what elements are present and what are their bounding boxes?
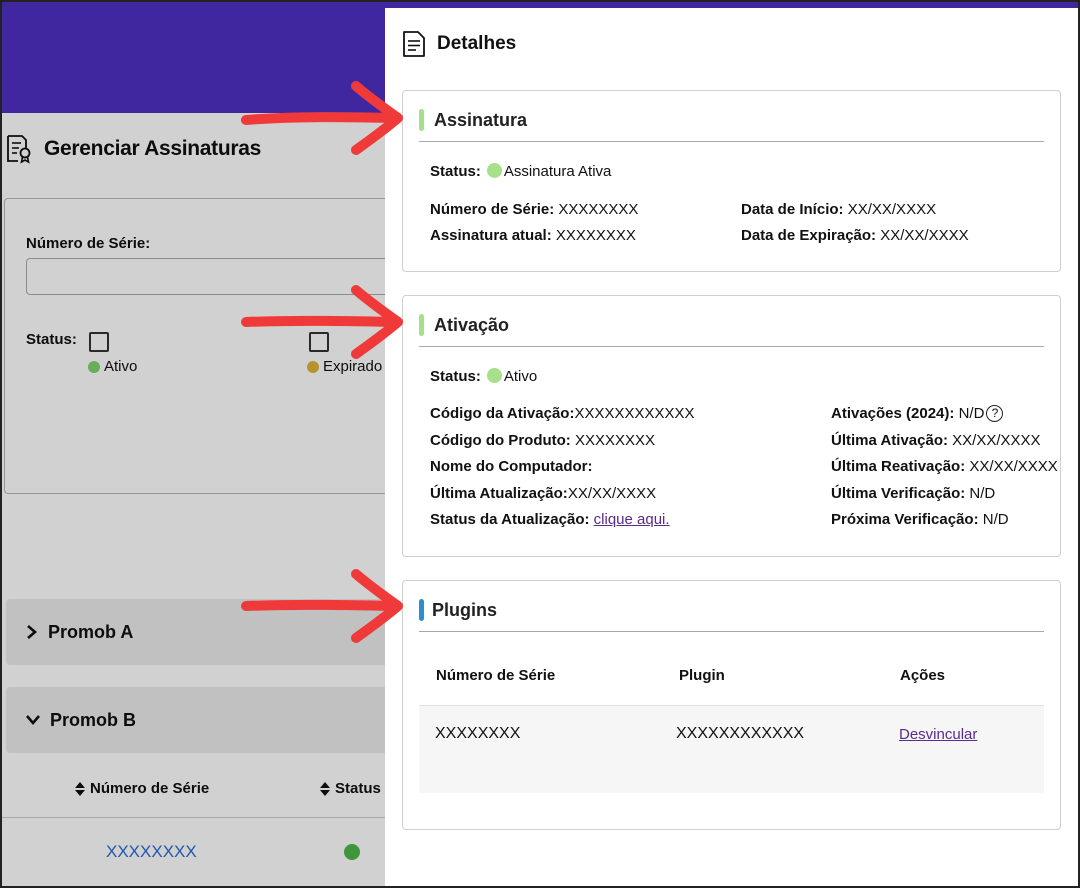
ativacao-product-code: Código do Produto: XXXXXXXX xyxy=(430,432,655,449)
assinatura-start-label: Data de Início: xyxy=(741,201,844,218)
assinatura-serial: Número de Série: XXXXXXXX xyxy=(430,201,638,218)
ativacao-last-verification-label: Última Verificação: xyxy=(831,485,966,502)
assinatura-start-value: XX/XX/XXXX xyxy=(847,201,937,218)
ativacao-accent-bar xyxy=(419,314,424,336)
drawer-header: Detalhes xyxy=(401,30,516,58)
ativacao-last-activation-label: Última Ativação: xyxy=(831,432,948,449)
ativacao-product-code-label: Código do Produto: xyxy=(430,432,571,449)
plugins-column-serial: Número de Série xyxy=(436,667,556,684)
ativacao-count: Ativações (2024): N/D? xyxy=(831,405,1004,422)
assinatura-status-label: Status: xyxy=(430,163,481,180)
plugins-card: Plugins Número de Série Plugin Ações XXX… xyxy=(402,580,1061,830)
assinatura-divider xyxy=(419,141,1044,142)
details-drawer: Detalhes Assinatura Status: Assinatura At… xyxy=(385,8,1078,886)
plugins-title-text: Plugins xyxy=(432,599,498,620)
ativacao-status-dot-icon xyxy=(486,368,502,383)
ativacao-last-activation: Última Ativação: XX/XX/XXXX xyxy=(831,432,1041,449)
ativacao-code-value: XXXXXXXXXXXX xyxy=(574,405,695,422)
ativacao-code: Código da Ativação:XXXXXXXXXXXX xyxy=(430,405,695,422)
plugins-column-actions: Ações xyxy=(900,667,946,684)
plugin-name-cell: XXXXXXXXXXXX xyxy=(676,725,805,742)
assinatura-expiry-value: XX/XX/XXXX xyxy=(880,227,969,244)
ativacao-update-status: Status da Atualização: clique aqui. xyxy=(430,511,670,528)
assinatura-accent-bar xyxy=(419,109,424,131)
assinatura-current-value: XXXXXXXX xyxy=(555,227,636,244)
assinatura-title-text: Assinatura xyxy=(434,109,528,130)
plugins-column-plugin: Plugin xyxy=(679,667,725,684)
ativacao-last-reactivation: Última Reativação: XX/XX/XXXX xyxy=(831,458,1058,475)
assinatura-status-value: Assinatura Ativa xyxy=(503,163,612,180)
assinatura-status-dot-icon xyxy=(486,163,502,178)
assinatura-current-label: Assinatura atual: xyxy=(430,227,552,244)
plugins-divider xyxy=(419,631,1044,632)
assinatura-start-date: Data de Início: XX/XX/XXXX xyxy=(741,201,936,218)
annotation-arrow-icon xyxy=(241,569,403,643)
drawer-title: Detalhes xyxy=(437,33,517,54)
unlink-plugin-link[interactable]: Desvincular xyxy=(899,726,977,743)
document-icon xyxy=(403,31,425,57)
ativacao-next-verification-value: N/D xyxy=(982,511,1009,528)
annotation-arrow-icon xyxy=(241,285,403,359)
ativacao-title-text: Ativação xyxy=(434,314,510,335)
help-icon[interactable]: ? xyxy=(986,405,1004,422)
ativacao-card-title: Ativação xyxy=(419,314,509,336)
ativacao-product-code-value: XXXXXXXX xyxy=(574,432,656,449)
ativacao-status-value: Ativo xyxy=(503,368,538,385)
ativacao-code-label: Código da Ativação: xyxy=(430,405,575,422)
ativacao-count-label: Ativações (2024): xyxy=(831,405,955,422)
ativacao-last-update-value: XX/XX/XXXX xyxy=(567,485,657,502)
assinatura-current: Assinatura atual: XXXXXXXX xyxy=(430,227,636,244)
ativacao-last-activation-value: XX/XX/XXXX xyxy=(952,432,1041,449)
ativacao-computer-name-label: Nome do Computador: xyxy=(430,458,593,475)
ativacao-card: Ativação Status: Ativo Código da Ativação… xyxy=(402,295,1061,557)
ativacao-last-verification: Última Verificação: N/D xyxy=(831,485,995,502)
ativacao-last-update: Última Atualização:XX/XX/XXXX xyxy=(430,485,656,502)
assinatura-card-title: Assinatura xyxy=(419,109,527,131)
update-status-link[interactable]: clique aqui. xyxy=(594,511,670,528)
ativacao-count-value: N/D xyxy=(958,405,985,422)
plugin-serial-cell: XXXXXXXX xyxy=(435,725,521,742)
table-row: XXXXXXXX XXXXXXXXXXXX Desvincular xyxy=(419,705,1044,793)
assinatura-serial-label: Número de Série: xyxy=(430,201,555,218)
ativacao-last-update-label: Última Atualização: xyxy=(430,485,568,502)
ativacao-last-reactivation-label: Última Reativação: xyxy=(831,458,966,475)
ativacao-last-verification-value: N/D xyxy=(969,485,996,502)
ativacao-next-verification: Próxima Verificação: N/D xyxy=(831,511,1009,528)
ativacao-status: Status: Ativo xyxy=(430,368,537,385)
screenshot-frame: Gerenciar Assinaturas Número de Série: S… xyxy=(0,0,1080,888)
assinatura-expiry-label: Data de Expiração: xyxy=(741,227,877,244)
assinatura-status: Status: Assinatura Ativa xyxy=(430,163,611,180)
ativacao-update-status-label: Status da Atualização: xyxy=(430,511,590,528)
ativacao-computer-name: Nome do Computador: xyxy=(430,458,593,475)
annotation-arrow-icon xyxy=(241,81,403,155)
ativacao-divider xyxy=(419,346,1044,347)
plugins-accent-bar xyxy=(419,599,424,621)
plugins-card-title: Plugins xyxy=(419,599,497,621)
assinatura-expiry-date: Data de Expiração: XX/XX/XXXX xyxy=(741,227,969,244)
ativacao-status-label: Status: xyxy=(430,368,481,385)
assinatura-serial-value: XXXXXXXX xyxy=(558,201,639,218)
ativacao-next-verification-label: Próxima Verificação: xyxy=(831,511,979,528)
assinatura-card: Assinatura Status: Assinatura Ativa Númer… xyxy=(402,90,1061,272)
ativacao-last-reactivation-value: XX/XX/XXXX xyxy=(969,458,1058,475)
